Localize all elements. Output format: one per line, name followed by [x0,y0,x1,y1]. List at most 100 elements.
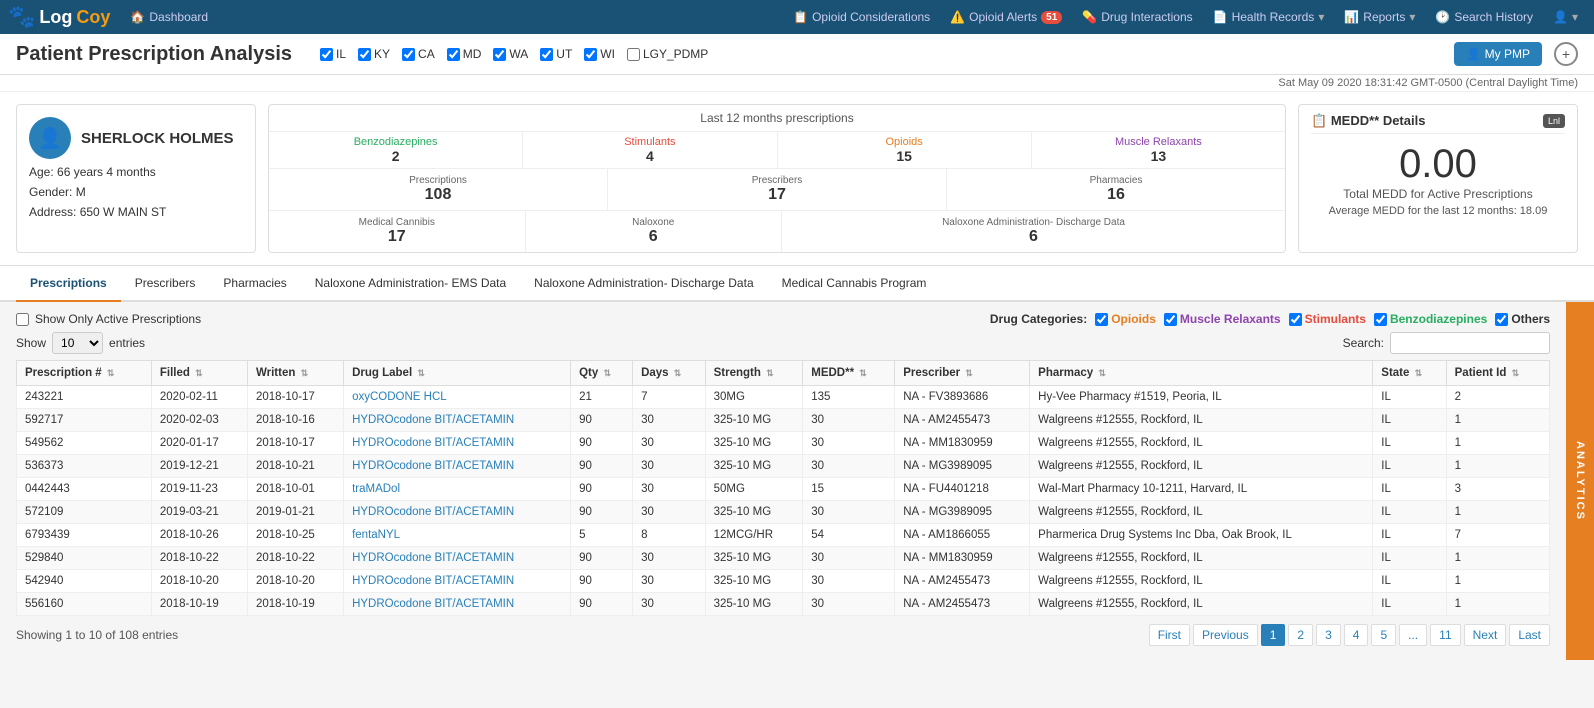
drug-label-link[interactable]: HYDROcodone BIT/ACETAMIN [352,552,514,564]
rx-stat-prescribers-label: Prescribers [612,175,942,186]
state-ky-checkbox[interactable] [358,48,371,61]
nav-opioid-considerations[interactable]: 📋 Opioid Considerations [785,10,938,24]
brand-log: Log [39,7,72,28]
col-header-qty[interactable]: Qty ⇅ [571,361,633,386]
table-cell: 30 [633,547,706,570]
patient-name-row: 👤 SHERLOCK HOLMES [29,117,243,159]
tab-naloxone-discharge[interactable]: Naloxone Administration- Discharge Data [520,266,767,302]
nav-drug-interactions[interactable]: 💊 Drug Interactions [1074,10,1200,24]
table-cell: 90 [571,501,633,524]
col-header-drug-label[interactable]: Drug Label ⇅ [344,361,571,386]
table-cell: 2018-10-20 [247,570,343,593]
patient-address: Address: 650 W MAIN ST [29,205,243,219]
drug-label-link[interactable]: HYDROcodone BIT/ACETAMIN [352,460,514,472]
page-prev-button[interactable]: Previous [1193,624,1258,646]
state-wi-checkbox[interactable] [584,48,597,61]
table-cell: 2018-10-26 [151,524,247,547]
tab-pharmacies[interactable]: Pharmacies [209,266,300,302]
drug-cat-muscle-checkbox[interactable] [1164,313,1177,326]
page-5-button[interactable]: 5 [1371,624,1396,646]
pagination-bar: Showing 1 to 10 of 108 entries First Pre… [16,616,1550,650]
tab-prescribers[interactable]: Prescribers [121,266,210,302]
col-header-state[interactable]: State ⇅ [1373,361,1446,386]
drug-label-link[interactable]: traMADol [352,483,400,495]
nav-reports[interactable]: 📊 Reports ▾ [1336,10,1423,24]
table-cell: 325-10 MG [705,455,803,478]
table-cell: 1 [1446,501,1549,524]
show-active-checkbox[interactable] [16,313,29,326]
state-md: MD [447,47,482,61]
table-cell: 30 [803,501,895,524]
col-header-written[interactable]: Written ⇅ [247,361,343,386]
state-wa-checkbox[interactable] [493,48,506,61]
drug-label-link[interactable]: fentaNYL [352,529,400,541]
col-header-filled[interactable]: Filled ⇅ [151,361,247,386]
brand-logo[interactable]: 🐾 LogCoy [8,4,110,30]
state-md-checkbox[interactable] [447,48,460,61]
state-il-checkbox[interactable] [320,48,333,61]
rx-cat-stimulants: Stimulants 4 [523,132,777,168]
table-cell: Hy-Vee Pharmacy #1519, Peoria, IL [1030,386,1373,409]
page-last-button[interactable]: Last [1509,624,1550,646]
table-cell: 2018-10-21 [247,455,343,478]
page-11-button[interactable]: 11 [1430,624,1460,646]
table-cell: Walgreens #12555, Rockford, IL [1030,455,1373,478]
col-header-days[interactable]: Days ⇅ [633,361,706,386]
rx-stat-pharmacies-val: 16 [951,186,1281,204]
medd-lnl-button[interactable]: Lnl [1543,114,1565,128]
table-cell: IL [1373,593,1446,616]
drug-label-link[interactable]: HYDROcodone BIT/ACETAMIN [352,437,514,449]
mypmp-button[interactable]: 👤 My PMP [1454,42,1542,66]
alert-icon: ⚠️ [950,10,965,24]
table-cell: 90 [571,570,633,593]
table-cell: NA - MM1830959 [895,547,1030,570]
entries-select[interactable]: 10 25 50 100 [52,332,103,354]
page-2-button[interactable]: 2 [1288,624,1313,646]
nav-opioid-alerts[interactable]: ⚠️ Opioid Alerts 51 [942,10,1070,24]
search-input[interactable] [1390,332,1550,354]
table-row: 5927172020-02-032018-10-16HYDROcodone BI… [17,409,1550,432]
nav-health-records[interactable]: 📄 Health Records ▾ [1205,10,1333,24]
tab-naloxone-ems[interactable]: Naloxone Administration- EMS Data [301,266,520,302]
drug-cat-others-checkbox[interactable] [1495,313,1508,326]
table-cell: NA - MG3989095 [895,455,1030,478]
page-4-button[interactable]: 4 [1344,624,1369,646]
table-cell: 2018-10-01 [247,478,343,501]
col-header-prescriber[interactable]: Prescriber ⇅ [895,361,1030,386]
health-icon: 📄 [1213,10,1228,24]
state-ut-checkbox[interactable] [540,48,553,61]
page-3-button[interactable]: 3 [1316,624,1341,646]
table-cell: IL [1373,570,1446,593]
analytics-sidebar[interactable]: ANALYTICS [1566,302,1594,660]
page-1-button[interactable]: 1 [1261,624,1286,646]
drug-cat-benzo-checkbox[interactable] [1374,313,1387,326]
drug-cat-opioids-checkbox[interactable] [1095,313,1108,326]
drug-label-link[interactable]: HYDROcodone BIT/ACETAMIN [352,506,514,518]
col-header-strength[interactable]: Strength ⇅ [705,361,803,386]
table-cell: 2019-03-21 [151,501,247,524]
drug-label-link[interactable]: oxyCODONE HCL [352,391,447,403]
rx-stat-rx-label: Prescriptions [273,175,603,186]
drug-label-link[interactable]: HYDROcodone BIT/ACETAMIN [352,598,514,610]
drug-cat-stimulants-checkbox[interactable] [1289,313,1302,326]
table-cell: Walgreens #12555, Rockford, IL [1030,547,1373,570]
state-ca-checkbox[interactable] [402,48,415,61]
page-first-button[interactable]: First [1149,624,1190,646]
tab-prescriptions[interactable]: Prescriptions [16,266,121,302]
page-next-button[interactable]: Next [1464,624,1507,646]
drug-label-link[interactable]: HYDROcodone BIT/ACETAMIN [352,414,514,426]
state-lgy-checkbox[interactable] [627,48,640,61]
add-button[interactable]: + [1554,42,1578,66]
col-header-pharmacy[interactable]: Pharmacy ⇅ [1030,361,1373,386]
table-cell: Walgreens #12555, Rockford, IL [1030,593,1373,616]
drug-label-link[interactable]: HYDROcodone BIT/ACETAMIN [352,575,514,587]
nav-user[interactable]: 👤 ▾ [1545,10,1586,24]
col-header-prescription[interactable]: Prescription # ⇅ [17,361,152,386]
nav-dashboard[interactable]: 🏠 Dashboard [122,10,216,24]
col-header-medd[interactable]: MEDD** ⇅ [803,361,895,386]
nav-search-history[interactable]: 🕑 Search History [1427,10,1541,24]
tab-medical-cannabis[interactable]: Medical Cannabis Program [768,266,941,302]
drug-cat-muscle: Muscle Relaxants [1164,312,1281,326]
col-header-patient-id[interactable]: Patient Id ⇅ [1446,361,1549,386]
table-cell: 2018-10-19 [151,593,247,616]
